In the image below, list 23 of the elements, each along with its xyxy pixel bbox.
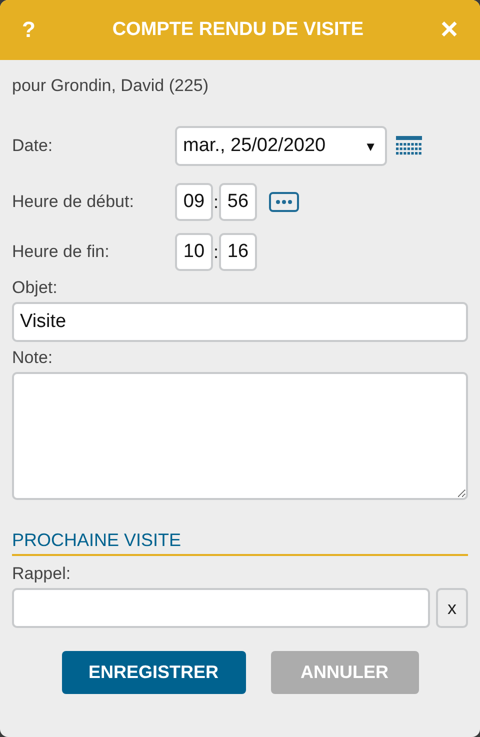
date-select[interactable]: mar., 25/02/2020 ▼ bbox=[175, 126, 387, 166]
minute-field[interactable]: 56 bbox=[219, 183, 257, 221]
field-label: Note: bbox=[12, 348, 54, 368]
clear-button[interactable]: x bbox=[436, 588, 468, 628]
section-title: PROCHAINE VISITE bbox=[12, 530, 468, 556]
calendar-icon[interactable] bbox=[396, 136, 422, 156]
time-separator: : bbox=[213, 192, 219, 212]
note-field[interactable] bbox=[12, 372, 468, 500]
hour-field[interactable]: 10 bbox=[175, 233, 213, 271]
save-button[interactable]: ENREGISTRER bbox=[62, 651, 246, 694]
field-label: Heure de début: bbox=[12, 192, 135, 212]
more-icon[interactable] bbox=[269, 192, 299, 212]
dialog-title: COMPTE RENDU DE VISITE bbox=[112, 19, 364, 41]
subtitle: pour Grondin, David (225) bbox=[12, 76, 210, 96]
reminder-field[interactable] bbox=[12, 588, 430, 628]
minute-field[interactable]: 16 bbox=[219, 233, 257, 271]
time-separator: : bbox=[213, 242, 219, 262]
hour-field[interactable]: 09 bbox=[175, 183, 213, 221]
field-label: Heure de fin: bbox=[12, 242, 110, 262]
subject-field[interactable]: Visite bbox=[12, 302, 468, 342]
field-label: Date: bbox=[12, 136, 54, 156]
field-label: Objet: bbox=[12, 278, 58, 298]
field-label: Rappel: bbox=[12, 564, 72, 584]
